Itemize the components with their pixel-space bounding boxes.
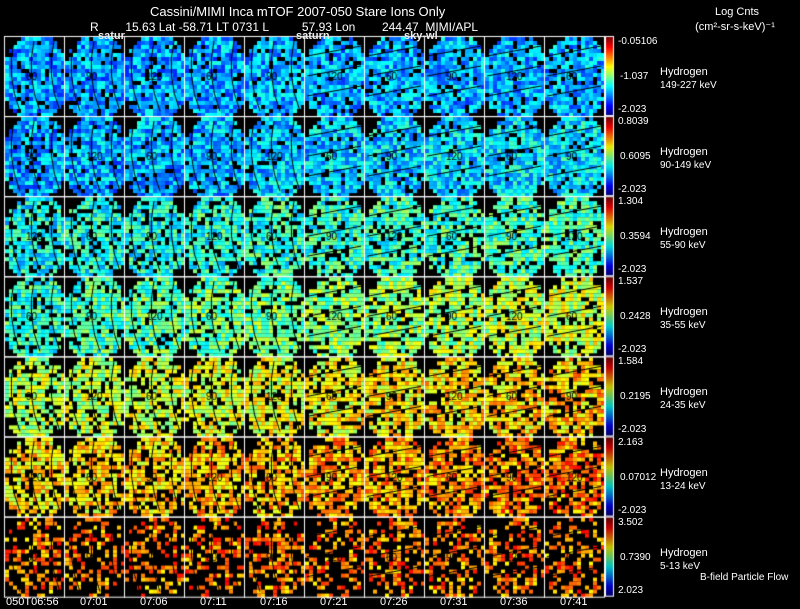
colorbar-max-label: 1.304 [618,196,644,208]
colorbar-min-label: -2.023 [618,184,647,196]
species-label: Hydrogen [660,386,708,399]
colorbar-max-label: -0.05106 [618,36,658,47]
colorbar-mid-label: 0.2428 [620,311,651,323]
colorbar-min-label: 2.023 [618,584,644,596]
colorbar-min-label: -2.023 [618,104,647,115]
colorbar-units: (cm²-sr-s-keV)⁻¹ [695,21,775,33]
species-label: Hydrogen [660,226,708,239]
annotation-sky-wl: sky-wl [404,30,438,42]
species-label: Hydrogen [660,306,708,319]
x-tick-label: 07:21 [320,596,348,608]
energy-label: 90-149 keV [660,160,712,172]
energy-label: 149-227 keV [660,80,717,91]
species-label: Hydrogen [660,546,708,559]
colorbar-mid-label: 0.6095 [620,151,651,163]
x-tick-label: 050T06:56 [6,596,59,608]
annotation-saturn: saturn [296,30,330,42]
x-tick-label: 07:16 [260,596,288,608]
energy-label: 13-24 keV [660,480,706,492]
colorbar-max-label: 1.584 [618,356,644,368]
colorbar-max-label: 0.8039 [618,116,649,128]
colorbar-mid-label: 0.2195 [620,391,651,403]
colorbar-mid-label: 0.07012 [620,471,657,483]
x-tick-label: 07:06 [140,596,168,608]
heatmap-grid [0,0,800,609]
colorbar-min-label: -2.023 [618,424,647,436]
species-label: Hydrogen [660,66,708,78]
x-tick-label: 07:01 [80,596,108,608]
x-tick-label: 07:26 [380,596,408,608]
energy-label: 55-90 keV [660,240,706,252]
species-label: Hydrogen [660,146,708,159]
energy-label: 5-13 keV [660,560,701,572]
x-tick-label: 07:36 [500,596,528,608]
colorbar-mid-label: 0.7390 [620,551,651,563]
colorbar-min-label: -2.023 [618,264,647,276]
energy-label: 35-55 keV [660,320,706,332]
species-label: Hydrogen [660,466,708,479]
x-tick-label: 07:31 [440,596,468,608]
annotation-satur: satur [98,30,125,42]
colorbar-min-label: -2.023 [618,504,647,516]
colorbar-max-label: 2.163 [618,436,644,448]
colorbar-max-label: 1.537 [618,276,644,288]
colorbar-mid-label: 0.3594 [620,231,651,243]
inca-plot: Cassini/MIMI Inca mTOF 2007-050 Stare Io… [0,0,800,609]
colorbar-title: Log Cnts [714,6,760,18]
colorbar-max-label: 3.502 [618,516,644,528]
plot-title: Cassini/MIMI Inca mTOF 2007-050 Stare Io… [150,4,446,19]
colorbar-mid-label: -1.037 [620,71,649,82]
colorbar-min-label: -2.023 [618,344,647,356]
bfield-note: B-field Particle Flow [700,572,789,583]
energy-label: 24-35 keV [660,400,706,412]
x-tick-label: 07:41 [560,596,588,608]
x-tick-label: 07:11 [200,596,227,608]
